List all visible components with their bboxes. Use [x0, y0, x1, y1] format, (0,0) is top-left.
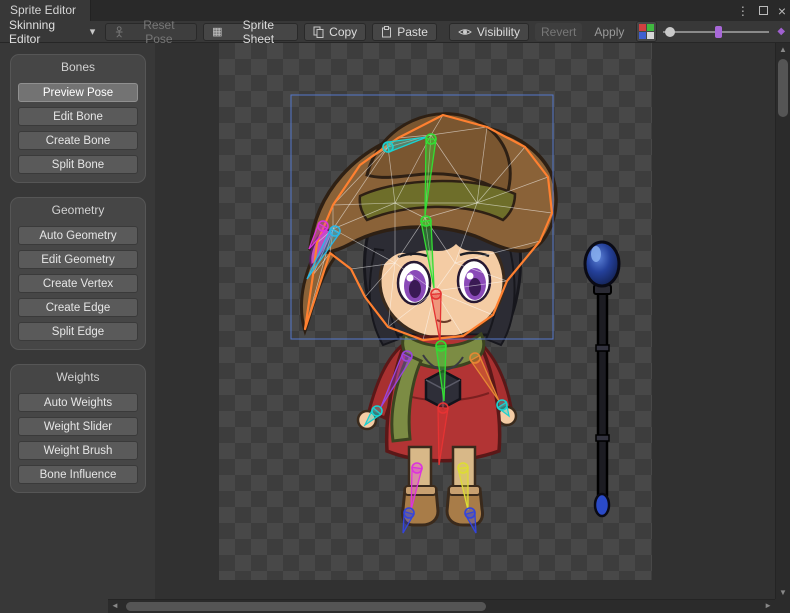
- geometry-panel-title: Geometry: [18, 201, 138, 221]
- canvas-viewport[interactable]: [155, 43, 775, 599]
- staff-sprite[interactable]: [585, 242, 619, 516]
- split-edge-button[interactable]: Split Edge: [18, 322, 138, 341]
- eye-icon: [458, 27, 472, 37]
- close-icon[interactable]: ×: [778, 3, 786, 19]
- auto-weights-button[interactable]: Auto Weights: [18, 393, 138, 412]
- reset-pose-button[interactable]: Reset Pose: [105, 23, 197, 41]
- scrollbar-corner: [775, 599, 790, 613]
- revert-button[interactable]: Revert: [535, 23, 582, 41]
- sprite-color-toggle-icon[interactable]: [636, 21, 657, 42]
- bones-panel: Bones Preview Pose Edit Bone Create Bone…: [10, 54, 146, 183]
- tool-panel: Bones Preview Pose Edit Bone Create Bone…: [0, 43, 155, 599]
- sprite-artwork: [155, 43, 775, 599]
- sprite-sheet-icon: ▦: [212, 25, 222, 38]
- title-bar: Sprite Editor ⋮ ×: [0, 0, 790, 21]
- toolbar: Skinning Editor ▾ Reset Pose ▦ Sprite Sh…: [0, 21, 790, 43]
- window-menu-icon[interactable]: ⋮: [737, 4, 749, 18]
- overlay-opacity-slider[interactable]: [663, 24, 769, 40]
- reset-pose-icon: [114, 26, 124, 38]
- scroll-up-icon[interactable]: ▲: [776, 45, 790, 54]
- maximize-icon[interactable]: [759, 6, 768, 15]
- geometry-panel: Geometry Auto Geometry Edit Geometry Cre…: [10, 197, 146, 350]
- copy-button[interactable]: Copy: [304, 23, 366, 41]
- edit-bone-button[interactable]: Edit Bone: [18, 107, 138, 126]
- edit-geometry-button[interactable]: Edit Geometry: [18, 250, 138, 269]
- vertical-scrollbar-thumb[interactable]: [778, 59, 788, 117]
- weights-panel: Weights Auto Weights Weight Slider Weigh…: [10, 364, 146, 493]
- chevron-down-icon: ▾: [90, 25, 96, 38]
- slider-knob[interactable]: [665, 27, 675, 37]
- split-bone-button[interactable]: Split Bone: [18, 155, 138, 174]
- preview-pose-button[interactable]: Preview Pose: [18, 83, 138, 102]
- scroll-left-icon[interactable]: ◄: [111, 601, 119, 610]
- weight-brush-button[interactable]: Weight Brush: [18, 441, 138, 460]
- scroll-right-icon[interactable]: ►: [764, 601, 772, 610]
- apply-button[interactable]: Apply: [588, 23, 630, 41]
- scroll-down-icon[interactable]: ▼: [776, 588, 790, 597]
- create-edge-button[interactable]: Create Edge: [18, 298, 138, 317]
- sprite-sheet-button[interactable]: ▦ Sprite Sheet: [203, 23, 298, 41]
- purple-marker-icon: ◆: [777, 26, 785, 37]
- weight-slider-button[interactable]: Weight Slider: [18, 417, 138, 436]
- slider-alt-handle[interactable]: [715, 26, 722, 38]
- copy-icon: [313, 26, 324, 38]
- bone-influence-button[interactable]: Bone Influence: [18, 465, 138, 484]
- horizontal-scrollbar-thumb[interactable]: [126, 602, 486, 611]
- create-bone-button[interactable]: Create Bone: [18, 131, 138, 150]
- paste-button[interactable]: Paste: [372, 23, 437, 41]
- weights-panel-title: Weights: [18, 368, 138, 388]
- mode-dropdown-label: Skinning Editor: [9, 18, 85, 46]
- vertical-scrollbar[interactable]: ▲ ▼: [775, 43, 790, 599]
- visibility-button[interactable]: Visibility: [449, 23, 529, 41]
- bones-panel-title: Bones: [18, 58, 138, 78]
- paste-icon: [381, 26, 392, 38]
- create-vertex-button[interactable]: Create Vertex: [18, 274, 138, 293]
- auto-geometry-button[interactable]: Auto Geometry: [18, 226, 138, 245]
- horizontal-scrollbar[interactable]: ◄ ►: [108, 599, 775, 613]
- sprite-editor-window: Sprite Editor ⋮ × Skinning Editor ▾ Rese…: [0, 0, 790, 613]
